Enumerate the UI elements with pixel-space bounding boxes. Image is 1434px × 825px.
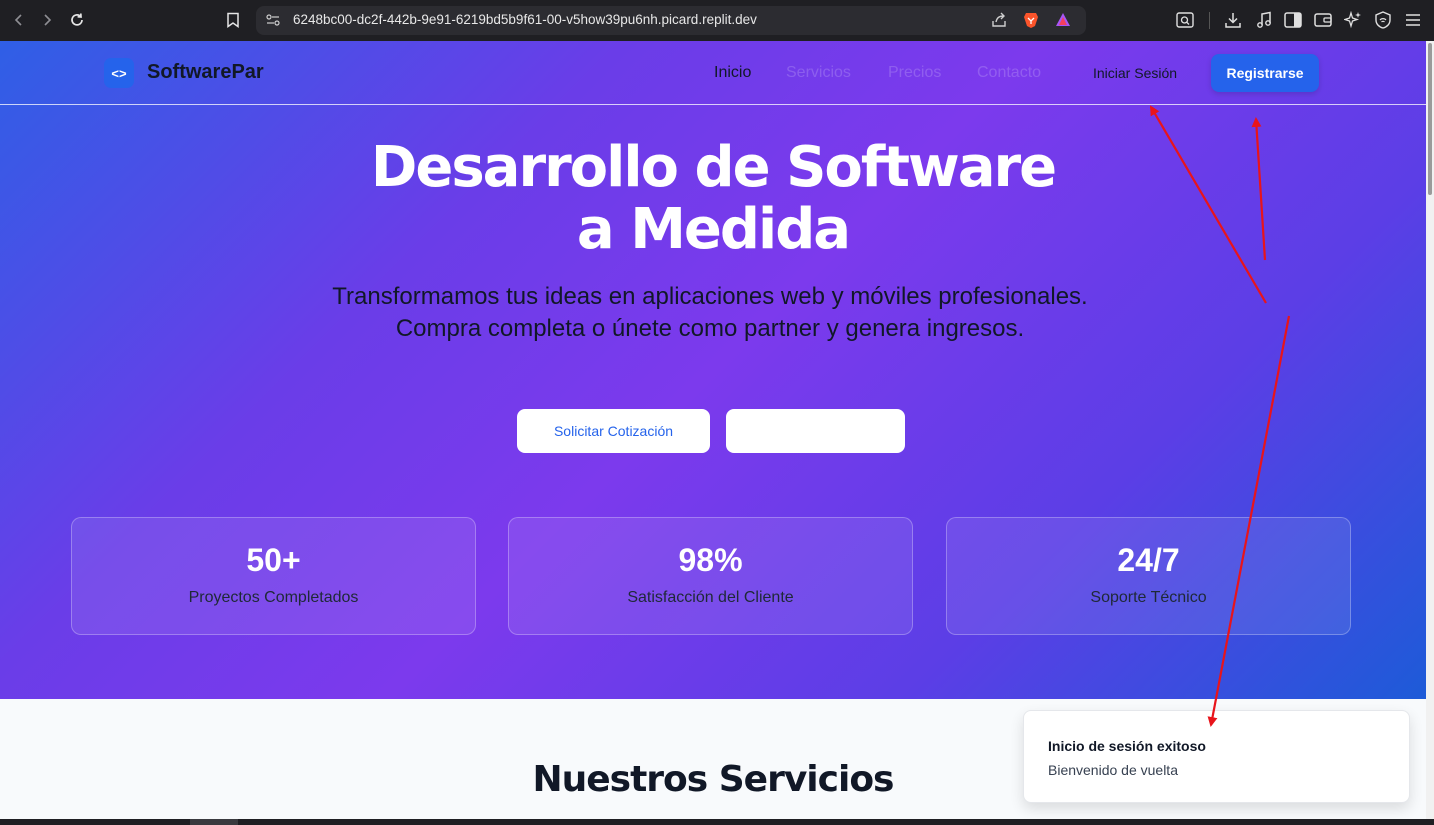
stat-label: Proyectos Completados xyxy=(188,589,359,606)
sidebar-icon[interactable] xyxy=(1283,10,1303,30)
hero-title-line1: Desarrollo de Software xyxy=(370,135,1057,200)
media-icon[interactable] xyxy=(1254,10,1274,30)
vpn-icon[interactable] xyxy=(1373,10,1393,30)
login-link[interactable]: Iniciar Sesión xyxy=(1093,65,1177,81)
wallet-icon[interactable] xyxy=(1313,10,1333,30)
url-text[interactable]: 6248bc00-dc2f-442b-9e91-6219bd5b9f61-00-… xyxy=(293,12,757,27)
stat-card-projects: 50+ Proyectos Completados xyxy=(71,517,476,635)
register-button[interactable]: Registrarse xyxy=(1211,54,1319,92)
stat-card-support: 24/7 Soporte Técnico xyxy=(946,517,1351,635)
secondary-cta-button[interactable] xyxy=(726,409,905,453)
code-icon[interactable]: <> xyxy=(104,58,134,88)
hero-section: <> SoftwarePar Inicio Servicios Precios … xyxy=(0,41,1426,699)
bookmark-icon[interactable] xyxy=(218,5,248,35)
web-page: <> SoftwarePar Inicio Servicios Precios … xyxy=(0,41,1426,819)
share-icon[interactable] xyxy=(990,11,1008,32)
site-settings-icon[interactable] xyxy=(264,11,282,29)
nav-link-contacto[interactable]: Contacto xyxy=(977,64,1041,82)
hero-subtitle: Transformamos tus ideas en aplicaciones … xyxy=(332,283,1088,342)
nav-link-inicio[interactable]: Inicio xyxy=(714,64,751,82)
login-success-toast[interactable]: Inicio de sesión exitoso Bienvenido de v… xyxy=(1023,710,1410,803)
brand-name[interactable]: SoftwarePar xyxy=(147,61,264,84)
download-icon[interactable] xyxy=(1223,10,1243,30)
toolbar-divider xyxy=(1209,12,1210,29)
stat-value: 24/7 xyxy=(1117,542,1180,578)
forward-icon[interactable] xyxy=(32,5,62,35)
toast-description: Bienvenido de vuelta xyxy=(1048,762,1178,778)
scrollbar-thumb[interactable] xyxy=(1428,43,1432,195)
address-bar[interactable]: 6248bc00-dc2f-442b-9e91-6219bd5b9f61-00-… xyxy=(256,6,1086,35)
reload-icon[interactable] xyxy=(62,5,92,35)
tab-search-icon[interactable] xyxy=(1175,10,1195,30)
stat-label: Soporte Técnico xyxy=(1090,589,1207,606)
nav-link-servicios[interactable]: Servicios xyxy=(786,64,851,82)
hero-title: Desarrollo de Software a Medida xyxy=(0,137,1426,261)
site-header: <> SoftwarePar Inicio Servicios Precios … xyxy=(0,41,1426,105)
leo-ai-icon[interactable] xyxy=(1343,10,1363,30)
back-icon[interactable] xyxy=(4,5,34,35)
stat-value: 50+ xyxy=(246,542,301,578)
brave-shields-icon[interactable] xyxy=(1022,11,1040,29)
nav-link-precios[interactable]: Precios xyxy=(888,64,941,82)
stat-value: 98% xyxy=(678,542,743,578)
browser-toolbar: 6248bc00-dc2f-442b-9e91-6219bd5b9f61-00-… xyxy=(0,0,1434,41)
bottom-bar-tab xyxy=(190,819,238,825)
hero-title-line2: a Medida xyxy=(576,197,851,262)
toast-title: Inicio de sesión exitoso xyxy=(1048,738,1206,754)
brave-rewards-icon[interactable] xyxy=(1054,11,1072,29)
page-scrollbar[interactable] xyxy=(1426,41,1434,819)
request-quote-button[interactable]: Solicitar Cotización xyxy=(517,409,710,453)
stat-card-satisfaction: 98% Satisfacción del Cliente xyxy=(508,517,913,635)
stat-label: Satisfacción del Cliente xyxy=(627,589,794,606)
menu-icon[interactable] xyxy=(1403,10,1423,30)
